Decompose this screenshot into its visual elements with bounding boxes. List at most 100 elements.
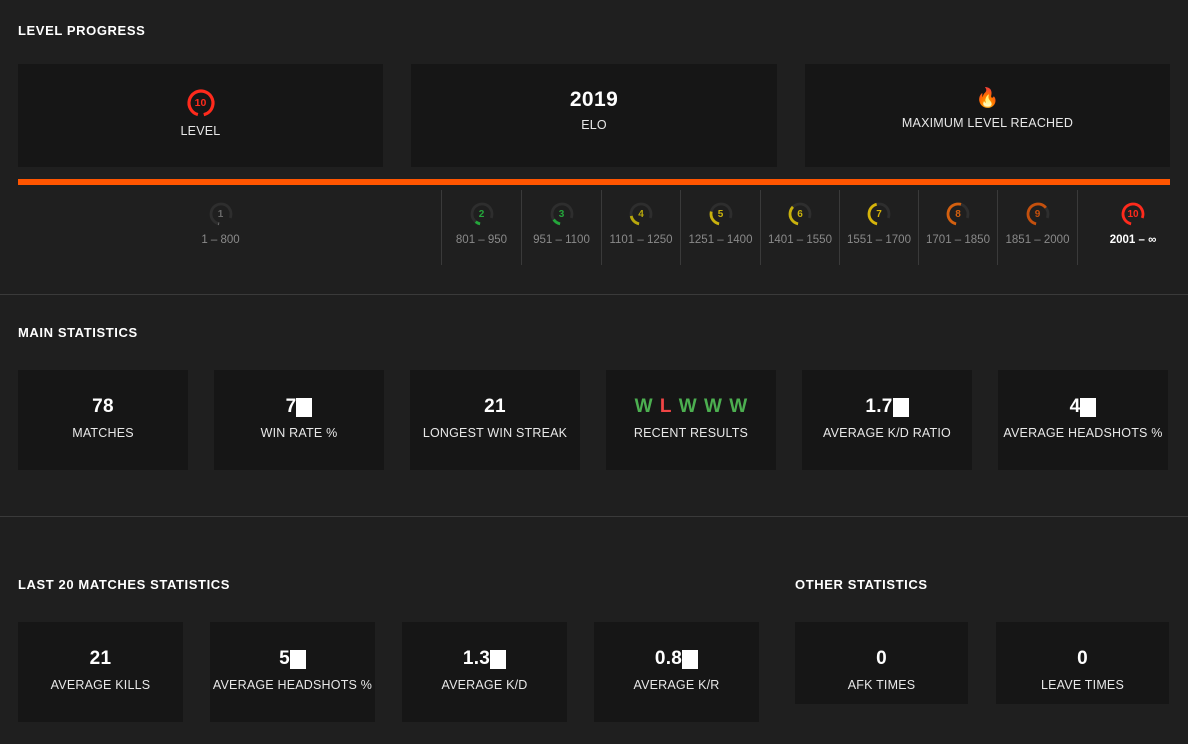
level-7-ring-number: 7: [876, 208, 882, 220]
main-statistic-number: 21: [484, 396, 506, 417]
last-20-statistic-value: 1.3: [462, 648, 507, 670]
other-statistic-number: 0: [876, 648, 887, 669]
main-statistic-label: Average Headshots %: [1003, 426, 1163, 440]
level-8-ring-icon: 8: [944, 200, 972, 228]
last-20-statistic-card: 1.3 Average K/D: [402, 622, 567, 722]
recent-result-w: W: [729, 396, 748, 417]
other-statistic-label: Leave Times: [1040, 678, 1125, 692]
redacted-digit-block: [296, 397, 313, 417]
other-statistics-cards: 0 AFK Times 0 Leave Times: [795, 622, 1169, 704]
recent-result-w: W: [703, 396, 723, 417]
level-10-ring-icon: 10: [1119, 200, 1147, 228]
last-20-statistic-value: 0.8: [654, 648, 699, 670]
main-statistics-cards: 78 Matches 7 Win Rate % 21 Longest Win Streak…: [18, 370, 1170, 470]
stats-page: Level Progress 10 Level 2019 ELO 🔥 Maxim…: [0, 0, 1188, 744]
main-statistic-value: 78: [92, 396, 114, 418]
level-4-ring-number: 4: [638, 208, 644, 220]
redacted-digit-block: [490, 649, 507, 669]
last-20-statistic-number: 0.8: [654, 648, 683, 669]
main-statistic-value: WLWWW: [635, 396, 748, 418]
level-ring-number: 10: [194, 97, 207, 109]
level-tier-10[interactable]: 10 2001 – ∞: [1077, 190, 1188, 265]
main-statistic-card: 21 Longest Win Streak: [410, 370, 580, 470]
redacted-digit-block: [289, 649, 306, 669]
level-5-range: 1251 – 1400: [688, 234, 753, 246]
level-tier-list: 1 1 – 800 2 801 – 950 3 951 – 1100 4 1101 – 125…: [0, 190, 1188, 265]
last-20-statistic-value: 5: [279, 648, 306, 670]
last-20-statistic-label: Average Headshots %: [212, 678, 373, 692]
level-2-ring-icon: 2: [468, 200, 496, 228]
level-tier-9[interactable]: 9 1851 – 2000: [997, 190, 1077, 265]
level-tier-4[interactable]: 4 1101 – 1250: [601, 190, 680, 265]
level-6-ring-number: 6: [797, 208, 803, 220]
last-20-statistic-card: 5 Average Headshots %: [210, 622, 375, 722]
main-statistic-card: 1.7 Average K/D Ratio: [802, 370, 972, 470]
recent-result-l: L: [659, 396, 672, 417]
max-level-label: Maximum Level Reached: [901, 116, 1074, 130]
level-6-range: 1401 – 1550: [768, 234, 832, 246]
level-1-ring-number: 1: [217, 208, 224, 220]
other-statistic-card: 0 Leave Times: [996, 622, 1169, 704]
main-statistic-label: Average K/D Ratio: [823, 426, 951, 440]
main-statistic-value: 21: [484, 396, 506, 418]
last-20-matches-cards: 21 Average Kills 5 Average Headshots % 1.3 Av…: [18, 622, 759, 722]
divider-2: [0, 516, 1188, 517]
level-tier-2[interactable]: 2 801 – 950: [441, 190, 521, 265]
redacted-digit-block: [892, 397, 909, 417]
main-statistic-value: 1.7: [865, 396, 909, 418]
divider-1: [0, 294, 1188, 295]
level-tier-7[interactable]: 7 1551 – 1700: [839, 190, 918, 265]
section-title-other-statistics: Other Statistics: [795, 577, 928, 592]
level-tier-1[interactable]: 1 1 – 800: [0, 190, 441, 265]
recent-result-w: W: [634, 396, 653, 417]
level-tier-8[interactable]: 8 1701 – 1850: [918, 190, 997, 265]
level-3-ring-number: 3: [558, 208, 565, 220]
last-20-statistic-value: 21: [90, 648, 112, 670]
level-4-ring-icon: 4: [627, 200, 655, 228]
level-2-ring-number: 2: [478, 208, 485, 220]
main-statistic-label: Win Rate %: [260, 426, 338, 440]
section-title-last-20-matches: Last 20 Matches Statistics: [18, 577, 231, 592]
section-title-main-statistics: Main Statistics: [18, 325, 138, 340]
level-7-ring-icon: 7: [865, 200, 893, 228]
main-statistic-label: Longest Win Streak: [422, 426, 568, 440]
level-9-ring-number: 9: [1034, 208, 1041, 220]
main-statistic-card: 7 Win Rate %: [214, 370, 384, 470]
last-20-statistic-label: Average Kills: [50, 678, 151, 692]
level-7-range: 1551 – 1700: [847, 234, 911, 246]
other-statistic-number: 0: [1077, 648, 1088, 669]
level-5-ring-icon: 5: [707, 200, 735, 228]
redacted-digit-block: [682, 649, 699, 669]
level-9-range: 1851 – 2000: [1005, 234, 1070, 246]
main-statistic-label: Matches: [72, 426, 134, 440]
level-1-range: 1 – 800: [201, 234, 240, 246]
main-statistic-number: 7: [285, 396, 297, 417]
flame-icon: 🔥: [975, 88, 1000, 109]
level-1-ring-icon: 1: [207, 200, 235, 228]
recent-result-w: W: [678, 396, 697, 417]
level-3-range: 951 – 1100: [533, 234, 590, 246]
level-4-range: 1101 – 1250: [609, 234, 673, 246]
last-20-statistic-label: Average K/D: [441, 678, 528, 692]
level-2-range: 801 – 950: [455, 234, 508, 246]
last-20-statistic-number: 1.3: [462, 648, 491, 669]
level-3-ring-icon: 3: [548, 200, 576, 228]
main-statistic-card: W L W W W Recent Results: [606, 370, 776, 470]
level-10-range: 2001 – ∞: [1109, 234, 1157, 246]
last-20-statistic-number: 5: [279, 648, 290, 669]
last-20-statistic-card: 0.8 Average K/R: [594, 622, 759, 722]
elo-value: 2019: [569, 88, 619, 111]
elo-card: 2019 ELO: [411, 64, 777, 167]
main-statistic-card: 78 Matches: [18, 370, 188, 470]
level-6-ring-icon: 6: [786, 200, 814, 228]
level-tier-6[interactable]: 6 1401 – 1550: [760, 190, 839, 265]
main-statistic-number: 1.7: [865, 396, 893, 417]
elo-label: ELO: [581, 118, 607, 132]
level-progress-cards: 10 Level 2019 ELO 🔥 Maximum Level Reache…: [18, 64, 1170, 167]
main-statistic-label: Recent Results: [633, 426, 749, 440]
redacted-digit-block: [1080, 397, 1097, 417]
level-10-ring-number: 10: [1127, 208, 1139, 220]
other-statistic-label: AFK Times: [847, 678, 916, 692]
level-tier-5[interactable]: 5 1251 – 1400: [680, 190, 760, 265]
level-tier-3[interactable]: 3 951 – 1100: [521, 190, 601, 265]
